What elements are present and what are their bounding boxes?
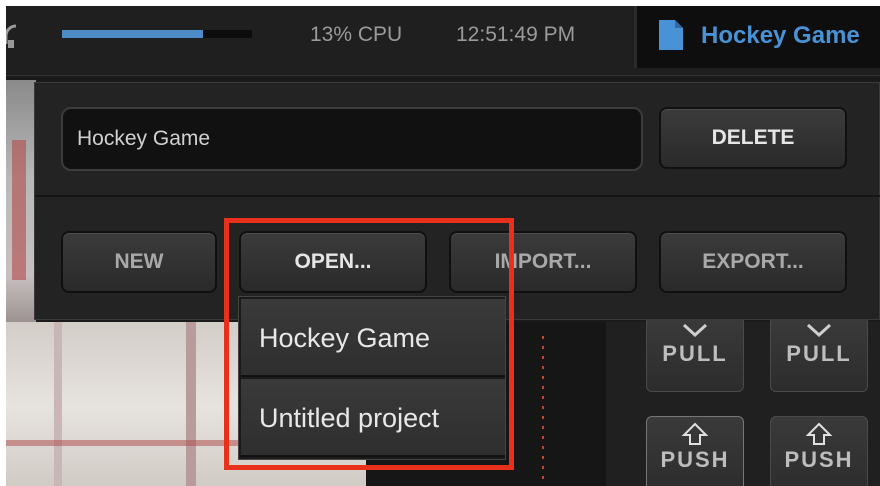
push-label: PUSH	[660, 447, 730, 472]
project-name-field[interactable]: Hockey Game	[61, 107, 643, 171]
tricaster-screen: 13% CPU 12:51:49 PM Hockey Game PULL PUL…	[6, 6, 880, 486]
push-button-1[interactable]: PUSH	[646, 416, 744, 486]
open-button[interactable]: OPEN...	[239, 231, 427, 293]
open-dropdown-menu: Hockey Game Untitled project	[238, 296, 506, 460]
pull-button-1[interactable]: PULL	[646, 316, 744, 392]
dropdown-item-untitled-project[interactable]: Untitled project	[241, 379, 505, 457]
push-button-2[interactable]: PUSH	[770, 416, 868, 486]
clock-text: 12:51:49 PM	[456, 23, 576, 46]
headphone-icon[interactable]	[6, 24, 22, 50]
pull-button-2[interactable]: PULL	[770, 316, 868, 392]
delete-button[interactable]: DELETE	[659, 107, 847, 169]
video-thumbnail-strip	[6, 80, 36, 324]
arrow-up-icon	[681, 422, 709, 445]
push-label: PUSH	[784, 447, 854, 472]
arrow-up-icon	[805, 422, 833, 445]
pull-label: PULL	[662, 341, 728, 366]
project-panel: Hockey Game DELETE NEW OPEN... IMPORT...…	[34, 82, 880, 320]
pull-label: PULL	[786, 341, 852, 366]
cpu-usage-text: 13% CPU	[310, 23, 403, 46]
dropdown-item-hockey-game[interactable]: Hockey Game	[241, 299, 505, 377]
document-icon	[659, 20, 683, 50]
project-tab[interactable]: Hockey Game	[634, 6, 880, 68]
tbar-indicator	[542, 336, 544, 486]
project-tab-label: Hockey Game	[701, 22, 860, 49]
chevron-down-icon	[682, 323, 708, 338]
panel-divider	[35, 195, 880, 197]
cpu-meter	[62, 30, 252, 38]
cpu-meter-fill	[62, 30, 203, 38]
chevron-down-icon	[806, 323, 832, 338]
export-button[interactable]: EXPORT...	[659, 231, 847, 293]
transition-controls: PULL PULL PUSH PUSH	[606, 316, 880, 486]
import-button[interactable]: IMPORT...	[449, 231, 637, 293]
new-button[interactable]: NEW	[61, 231, 217, 293]
status-bar: 13% CPU 12:51:49 PM Hockey Game	[6, 6, 880, 76]
